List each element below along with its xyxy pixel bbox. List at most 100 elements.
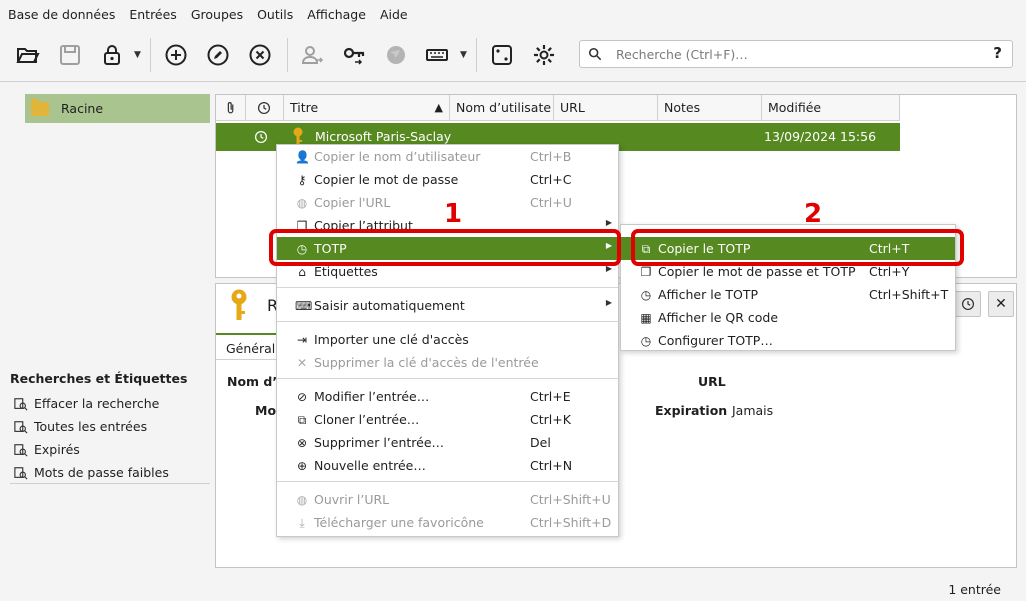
search-item-clear[interactable]: Effacer la recherche: [14, 396, 159, 411]
import-icon: ⇥: [296, 333, 308, 347]
column-modified[interactable]: Modifiée: [762, 95, 900, 121]
paperclip-icon: [227, 102, 234, 114]
menu-item-shortcut: Ctrl+U: [530, 195, 572, 210]
menu-item-remove-passkey[interactable]: ✕ Supprimer la clé d'accès de l'entrée: [277, 351, 618, 374]
toolbar-divider: [150, 38, 151, 72]
menu-item-label: Nouvelle entrée…: [314, 458, 426, 473]
search-help-button[interactable]: ?: [993, 44, 1002, 62]
saved-search-icon: [14, 397, 28, 411]
annotation-step-1: 1: [444, 199, 463, 229]
searches-tags-title: Recherches et Étiquettes: [10, 371, 188, 386]
menu-item-shortcut: Del: [530, 435, 551, 450]
menu-separator: [277, 378, 618, 379]
label-url: URL: [698, 374, 726, 389]
entry-title: Microsoft Paris-Saclay: [315, 129, 452, 144]
menu-item-edit-entry[interactable]: ⊘ Modifier l’entrée… Ctrl+E: [277, 385, 618, 408]
clock-icon: [254, 130, 268, 144]
column-attachment[interactable]: [216, 95, 246, 121]
menu-item-configure-totp[interactable]: ◷ Configurer TOTP…: [621, 329, 955, 352]
search-placeholder[interactable]: Recherche (Ctrl+F)…: [616, 47, 748, 62]
edit-icon: ⊘: [296, 390, 308, 404]
save-db-icon[interactable]: [55, 40, 85, 70]
search-item-label: Expirés: [34, 442, 80, 457]
column-title[interactable]: Titre ▲: [284, 95, 450, 121]
lock-icon[interactable]: [97, 40, 127, 70]
toolbar-divider: [287, 38, 288, 72]
column-url[interactable]: URL: [554, 95, 658, 121]
menu-item-shortcut: Ctrl+K: [530, 412, 571, 427]
delete-entry-icon[interactable]: [245, 40, 275, 70]
search-item-expired[interactable]: Expirés: [14, 442, 80, 457]
menu-entries[interactable]: Entrées: [129, 7, 176, 22]
annotation-step-2: 2: [804, 199, 823, 229]
autotype-dropdown-chevron-icon[interactable]: ▼: [460, 50, 467, 60]
menu-item-download-favicon[interactable]: ⤓ Télécharger une favoricône Ctrl+Shift+…: [277, 511, 618, 534]
menu-item-delete-entry[interactable]: ⊗ Supprimer l’entrée… Del: [277, 431, 618, 454]
search-item-label: Effacer la recherche: [34, 396, 160, 411]
menu-item-label: Copier l'URL: [314, 195, 391, 210]
column-totp[interactable]: [246, 95, 284, 121]
download-icon: ⤓: [299, 516, 305, 530]
add-entry-icon[interactable]: [161, 40, 191, 70]
column-notes[interactable]: Notes: [658, 95, 762, 121]
search-field[interactable]: Recherche (Ctrl+F)… ?: [579, 40, 1013, 68]
menu-item-open-url[interactable]: ◍ Ouvrir l’URL Ctrl+Shift+U: [277, 488, 618, 511]
edit-entry-icon[interactable]: [203, 40, 233, 70]
menu-item-label: Configurer TOTP…: [658, 333, 773, 348]
close-icon: ✕: [995, 296, 1007, 312]
menu-item-shortcut: Ctrl+Shift+U: [530, 492, 611, 507]
open-url-icon[interactable]: [381, 40, 411, 70]
expiration-value: Jamais: [732, 403, 774, 418]
search-item-weak-passwords[interactable]: Mots de passe faibles: [14, 465, 169, 480]
search-item-all-entries[interactable]: Toutes les entrées: [14, 419, 147, 434]
copy-username-icon[interactable]: [297, 40, 327, 70]
add-icon: ⊕: [296, 459, 308, 473]
menu-item-show-qr[interactable]: ▦ Afficher le QR code: [621, 306, 955, 329]
tag-icon: ⌂: [298, 265, 306, 279]
column-title-label: Titre: [290, 100, 319, 115]
submenu-arrow-icon: ▶: [605, 218, 612, 227]
key-icon: ⚷: [297, 173, 307, 187]
menu-item-shortcut: Ctrl+Y: [869, 264, 910, 279]
menu-item-label: Saisir automatiquement: [314, 298, 465, 313]
menu-item-shortcut: Ctrl+Shift+T: [869, 287, 949, 302]
lock-dropdown-chevron-icon[interactable]: ▼: [134, 50, 141, 60]
menu-item-clone-entry[interactable]: ⧉ Cloner l’entrée… Ctrl+K: [277, 408, 618, 431]
menu-item-label: Supprimer la clé d'accès de l'entrée: [314, 355, 539, 370]
menu-tools[interactable]: Outils: [257, 7, 293, 22]
menu-item-new-entry[interactable]: ⊕ Nouvelle entrée… Ctrl+N: [277, 454, 618, 477]
group-root-label: Racine: [61, 101, 104, 116]
menu-view[interactable]: Affichage: [307, 7, 366, 22]
clock-icon: [257, 101, 271, 115]
menu-item-import-passkey[interactable]: ⇥ Importer une clé d'accès: [277, 328, 618, 351]
settings-icon[interactable]: [529, 40, 559, 70]
menu-separator: [277, 287, 618, 288]
menu-item-label: Étiquettes: [314, 264, 378, 279]
remove-icon: ✕: [296, 356, 308, 370]
table-header: Titre ▲ Nom d’utilisate URL Notes Modifi…: [216, 95, 900, 121]
menu-item-copy-password[interactable]: ⚷ Copier le mot de passe Ctrl+C: [277, 168, 618, 191]
entry-key-icon: [231, 289, 247, 320]
copy-password-icon[interactable]: [339, 40, 369, 70]
menu-item-shortcut: Ctrl+N: [530, 458, 573, 473]
annotation-box-totp: [269, 229, 621, 266]
menu-separator: [277, 481, 618, 482]
details-close-button[interactable]: ✕: [988, 291, 1014, 317]
group-root[interactable]: Racine: [25, 94, 210, 123]
menu-item-show-totp[interactable]: ◷ Afficher le TOTP Ctrl+Shift+T: [621, 283, 955, 306]
open-db-icon[interactable]: [13, 40, 43, 70]
autotype-icon[interactable]: [422, 40, 452, 70]
menu-groups[interactable]: Groupes: [191, 7, 243, 22]
details-totp-button[interactable]: [955, 291, 981, 317]
saved-search-icon: [14, 443, 28, 457]
globe-icon: ◍: [296, 196, 308, 210]
menu-item-label: Afficher le TOTP: [658, 287, 759, 302]
tab-general[interactable]: Général: [216, 333, 276, 359]
password-generator-icon[interactable]: [487, 40, 517, 70]
menu-item-label: Afficher le QR code: [658, 310, 779, 325]
menu-database[interactable]: Base de données: [8, 7, 115, 22]
column-username[interactable]: Nom d’utilisate: [450, 95, 554, 121]
menu-help[interactable]: Aide: [380, 7, 408, 22]
menu-item-autotype[interactable]: ⌨ Saisir automatiquement ▶: [277, 294, 618, 317]
menu-item-copy-username[interactable]: 👤 Copier le nom d’utilisateur Ctrl+B: [277, 145, 618, 168]
